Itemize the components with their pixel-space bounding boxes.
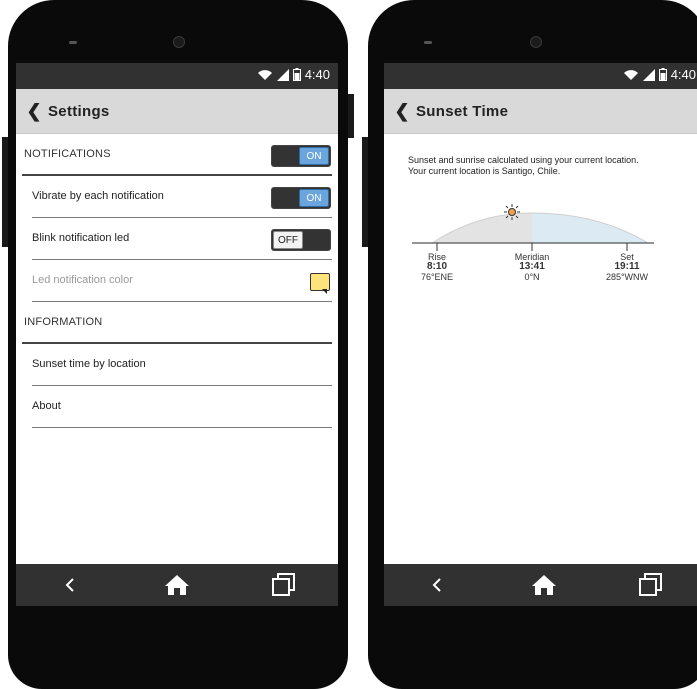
led-color-row[interactable]: Led notification color <box>16 260 338 302</box>
nav-bar <box>384 564 697 606</box>
meridian-label-group: Meridian 13:41 0°N <box>504 252 560 282</box>
phone-left: 4:40 ❮ Settings NOTIFICATIONS ON Vibrate… <box>2 0 354 689</box>
back-nav-icon[interactable] <box>417 570 457 600</box>
signal-icon <box>276 68 289 81</box>
row-label: Led notification color <box>32 274 133 286</box>
set-time: 19:11 <box>614 261 640 272</box>
location-description: Sunset and sunrise calculated using your… <box>408 155 639 176</box>
battery-icon <box>292 68 301 81</box>
home-icon[interactable] <box>157 570 197 600</box>
recents-icon[interactable] <box>264 570 304 600</box>
section-header: NOTIFICATIONS <box>24 148 111 160</box>
row-label: Sunset time by location <box>32 358 146 370</box>
sun-icon <box>504 204 520 220</box>
wifi-icon <box>257 69 272 80</box>
notifications-section: NOTIFICATIONS ON <box>16 134 338 176</box>
page-title: Sunset Time <box>416 102 509 120</box>
volume-button <box>2 137 8 247</box>
set-label-group: Set 19:11 285°WNW <box>599 252 655 282</box>
volume-button <box>362 137 368 247</box>
power-button <box>348 94 354 138</box>
vibrate-row[interactable]: Vibrate by each notification ON <box>16 176 338 218</box>
app-bar: ❮ Settings <box>16 89 338 134</box>
status-time: 4:40 <box>670 67 696 82</box>
wifi-icon <box>623 69 638 80</box>
row-label: Vibrate by each notification <box>32 190 164 202</box>
blink-led-toggle[interactable]: OFF <box>271 229 331 251</box>
nav-bar <box>16 564 338 606</box>
rise-direction: 76°ENE <box>420 272 454 282</box>
meridian-time: 13:41 <box>519 261 545 272</box>
earpiece <box>424 41 432 44</box>
row-label: Blink notification led <box>32 232 130 244</box>
notifications-toggle[interactable]: ON <box>271 145 331 167</box>
information-section: INFORMATION <box>16 302 338 344</box>
home-icon[interactable] <box>524 570 564 600</box>
earpiece <box>69 41 77 44</box>
vibrate-toggle[interactable]: ON <box>271 187 331 209</box>
app-bar: ❮ Sunset Time <box>384 89 697 134</box>
blink-led-row[interactable]: Blink notification led OFF <box>16 218 338 260</box>
sunset-time-row[interactable]: Sunset time by location <box>16 344 338 386</box>
sun-path-diagram: Rise 8:10 76°ENE Meridian 13:41 0°N Set … <box>408 201 668 351</box>
page-title: Settings <box>48 102 110 120</box>
row-label: About <box>32 400 61 412</box>
color-swatch-icon[interactable] <box>310 273 330 294</box>
status-bar: 4:40 <box>16 63 338 89</box>
back-nav-icon[interactable] <box>50 570 90 600</box>
status-bar: 4:40 <box>384 63 697 89</box>
rise-time: 8:10 <box>426 261 447 272</box>
recents-icon[interactable] <box>631 570 671 600</box>
front-camera <box>173 36 185 48</box>
about-row[interactable]: About <box>16 386 338 428</box>
back-icon[interactable]: ❮ <box>20 101 48 122</box>
battery-icon <box>658 68 667 81</box>
front-camera <box>530 36 542 48</box>
meridian-direction: 0°N <box>524 272 540 282</box>
phone-right: 4:40 ❮ Sunset Time Sunset and sunrise ca… <box>362 0 697 689</box>
rise-label-group: Rise 8:10 76°ENE <box>409 252 465 282</box>
signal-icon <box>642 68 655 81</box>
status-time: 4:40 <box>304 67 330 82</box>
section-header: INFORMATION <box>24 316 103 328</box>
sunset-screen: 4:40 ❮ Sunset Time Sunset and sunrise ca… <box>384 63 697 606</box>
back-icon[interactable]: ❮ <box>388 101 416 122</box>
settings-screen: 4:40 ❮ Settings NOTIFICATIONS ON Vibrate… <box>16 63 338 606</box>
set-direction: 285°WNW <box>605 272 649 282</box>
